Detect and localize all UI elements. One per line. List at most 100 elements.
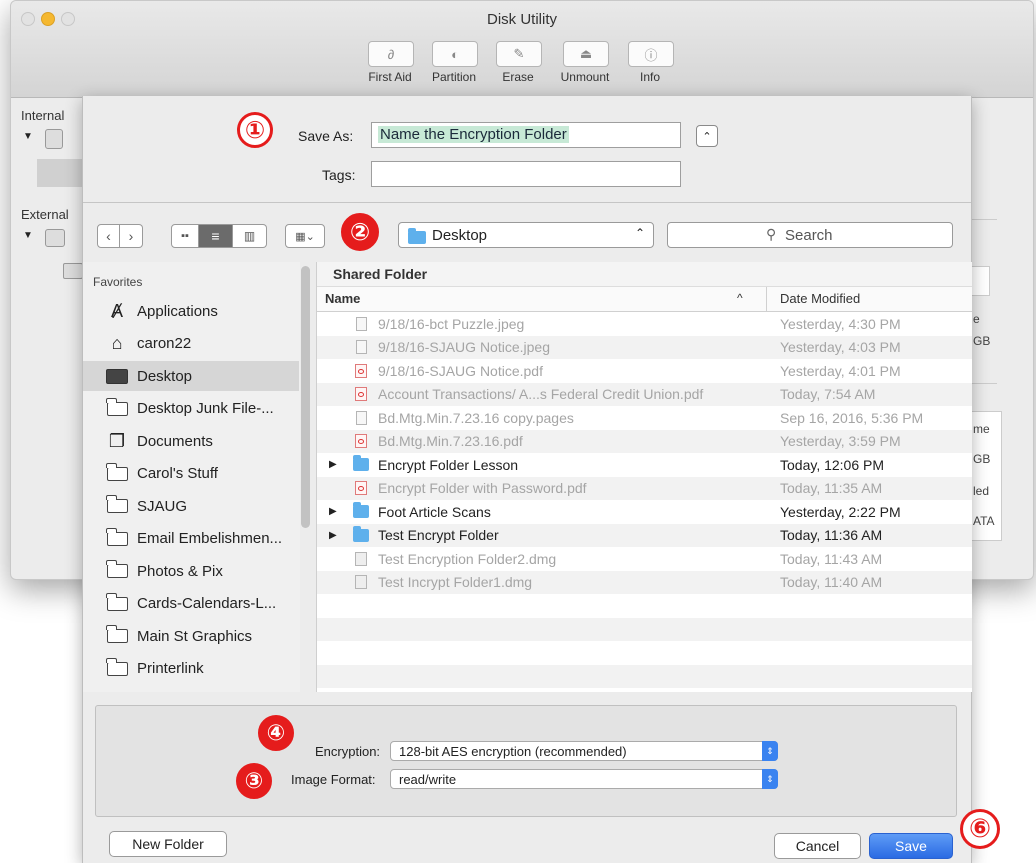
erase-button[interactable]: ✎ bbox=[496, 41, 542, 67]
back-button[interactable]: ‹ bbox=[97, 224, 120, 248]
sidebar-item-sjaug[interactable]: SJAUG bbox=[83, 491, 299, 521]
sidebar-item-label: SJAUG bbox=[137, 497, 188, 515]
disk-image-icon bbox=[353, 575, 369, 590]
folder-icon bbox=[353, 502, 369, 519]
file-name: Encrypt Folder Lesson bbox=[378, 456, 519, 473]
location-popup[interactable]: Desktop ⌃ bbox=[398, 222, 654, 248]
columns-icon: ▥ bbox=[243, 229, 256, 243]
folder-icon bbox=[353, 455, 369, 472]
file-name: Test Encryption Folder2.dmg bbox=[378, 550, 557, 567]
file-name: Test Encrypt Folder bbox=[378, 527, 499, 544]
image-format-label: Image Format: bbox=[291, 772, 376, 787]
location-label: Desktop bbox=[432, 227, 488, 244]
sidebar-item-photos-pix[interactable]: Photos & Pix bbox=[83, 556, 299, 586]
external-volume-icon[interactable] bbox=[63, 263, 83, 279]
annotation-marker-4: ④ bbox=[258, 715, 294, 751]
arrange-button[interactable]: ▦⌄ bbox=[285, 224, 325, 248]
tags-input[interactable] bbox=[371, 161, 681, 187]
file-name: Test Incrypt Folder1.dmg bbox=[378, 574, 533, 591]
external-disk-icon[interactable] bbox=[45, 229, 65, 247]
disclosure-triangle-icon[interactable]: ▼ bbox=[23, 131, 33, 142]
empty-row bbox=[317, 617, 972, 641]
file-date: Today, 11:43 AM bbox=[780, 550, 883, 567]
save-as-label: Save As: bbox=[298, 128, 354, 144]
image-format-value: read/write bbox=[399, 772, 457, 787]
name-column-header[interactable]: Name bbox=[325, 291, 360, 306]
table-row: Encrypt Folder with Password.pdf Today, 1… bbox=[317, 476, 972, 500]
column-divider bbox=[766, 287, 767, 311]
sidebar-item-printerlink[interactable]: Printerlink bbox=[83, 654, 299, 684]
sidebar-item-applications[interactable]: Ⱥ Applications bbox=[83, 296, 299, 326]
internal-disk-icon[interactable] bbox=[45, 129, 63, 149]
info-fragment: led bbox=[973, 484, 990, 498]
empty-row bbox=[317, 688, 972, 692]
file-date: Today, 11:36 AM bbox=[780, 527, 883, 544]
save-as-input[interactable]: Name the Encryption Folder bbox=[371, 122, 681, 148]
sidebar-item-carol-s-stuff[interactable]: Carol's Stuff bbox=[83, 459, 299, 489]
pie-icon: ◐ bbox=[451, 46, 459, 62]
sidebar-item-main-st-graphics[interactable]: Main St Graphics bbox=[83, 621, 299, 651]
search-placeholder: Search bbox=[785, 227, 833, 244]
file-name: Encrypt Folder with Password.pdf bbox=[378, 480, 587, 497]
sidebar-item-label: Desktop Junk File-... bbox=[137, 400, 274, 417]
sidebar-item-label: Documents bbox=[137, 432, 213, 450]
window-title: Disk Utility bbox=[487, 11, 557, 28]
sidebar-item-label: Email Embelishmen... bbox=[137, 530, 283, 547]
expand-dialog-button[interactable]: ⌃ bbox=[696, 125, 718, 147]
partition-button[interactable]: ◐ bbox=[432, 41, 478, 67]
icon-view-button[interactable]: ▪▪ bbox=[171, 224, 199, 248]
image-format-popup[interactable]: read/write ⇕ bbox=[390, 769, 778, 789]
documents-icon: ❐ bbox=[108, 430, 126, 451]
up-down-arrows-icon: ⇕ bbox=[762, 769, 778, 789]
sidebar-item-desktop[interactable]: Desktop bbox=[83, 361, 299, 391]
file-date: Today, 7:54 AM bbox=[780, 386, 876, 403]
document-icon bbox=[353, 410, 369, 425]
info-divider bbox=[971, 219, 997, 220]
file-name: Bd.Mtg.Min.7.23.16.pdf bbox=[378, 433, 523, 450]
save-button[interactable]: Save bbox=[869, 833, 953, 859]
sidebar-item-cards-calendars-l[interactable]: Cards-Calendars-L... bbox=[83, 589, 299, 619]
sidebar-item-caron22[interactable]: ⌂ caron22 bbox=[83, 329, 299, 359]
table-row[interactable]: ▶ Foot Article Scans Yesterday, 2:22 PM bbox=[317, 500, 972, 524]
disclosure-triangle-icon[interactable]: ▼ bbox=[23, 230, 33, 241]
info-button[interactable]: ⓘ bbox=[628, 41, 674, 67]
partition-label: Partition bbox=[431, 70, 477, 84]
search-input[interactable]: ⚲ Search bbox=[667, 222, 953, 248]
disclosure-triangle-icon[interactable]: ▶ bbox=[329, 530, 341, 541]
encryption-popup[interactable]: 128-bit AES encryption (recommended) ⇕ bbox=[390, 741, 778, 761]
table-row[interactable]: ▶ Test Encrypt Folder Today, 11:36 AM bbox=[317, 523, 972, 547]
table-row: Test Incrypt Folder1.dmg Today, 11:40 AM bbox=[317, 570, 972, 594]
column-view-button[interactable]: ▥ bbox=[233, 224, 267, 248]
sidebar-item-documents[interactable]: ❐ Documents bbox=[83, 426, 299, 456]
date-column-header[interactable]: Date Modified bbox=[780, 291, 860, 306]
disclosure-triangle-icon[interactable]: ▶ bbox=[329, 506, 341, 517]
folder-icon bbox=[353, 525, 369, 542]
table-row: Test Encryption Folder2.dmg Today, 11:43 … bbox=[317, 547, 972, 571]
list-icon: ≡ bbox=[211, 228, 220, 244]
unmount-button[interactable]: ⏏ bbox=[563, 41, 609, 67]
disclosure-triangle-icon[interactable]: ▶ bbox=[329, 459, 341, 470]
sidebar-scrollbar[interactable] bbox=[301, 266, 310, 528]
sidebar-item-email-embelishmen[interactable]: Email Embelishmen... bbox=[83, 524, 299, 554]
eject-icon: ⏏ bbox=[579, 46, 593, 61]
image-options-panel: Encryption: 128-bit AES encryption (reco… bbox=[95, 705, 957, 817]
pdf-file-icon bbox=[353, 363, 369, 378]
table-row[interactable]: ▶ Encrypt Folder Lesson Today, 12:06 PM bbox=[317, 453, 972, 477]
disk-image-icon bbox=[353, 551, 369, 566]
new-folder-button[interactable]: New Folder bbox=[109, 831, 227, 857]
erase-label: Erase bbox=[502, 70, 534, 84]
sidebar-item-label: Carol's Stuff bbox=[137, 465, 218, 482]
sidebar-item-desktop-junk-file[interactable]: Desktop Junk File-... bbox=[83, 394, 299, 424]
table-row: 9/18/16-SJAUG Notice.jpeg Yesterday, 4:03… bbox=[317, 335, 972, 359]
cancel-button[interactable]: Cancel bbox=[774, 833, 861, 859]
folder-icon bbox=[105, 397, 129, 416]
sidebar-section-internal: Internal bbox=[21, 108, 65, 123]
list-view-button[interactable]: ≡ bbox=[199, 224, 233, 248]
title-bar: Disk Utility ∂ ◐ ✎ ⏏ ⓘ First Aid Partiti… bbox=[11, 1, 1033, 98]
empty-row bbox=[317, 594, 972, 618]
sidebar-section-external: External bbox=[21, 207, 69, 222]
forward-button[interactable]: › bbox=[120, 224, 143, 248]
first-aid-button[interactable]: ∂ bbox=[368, 41, 414, 67]
annotation-marker-1: ① bbox=[237, 112, 273, 148]
annotation-marker-3: ③ bbox=[236, 763, 272, 799]
